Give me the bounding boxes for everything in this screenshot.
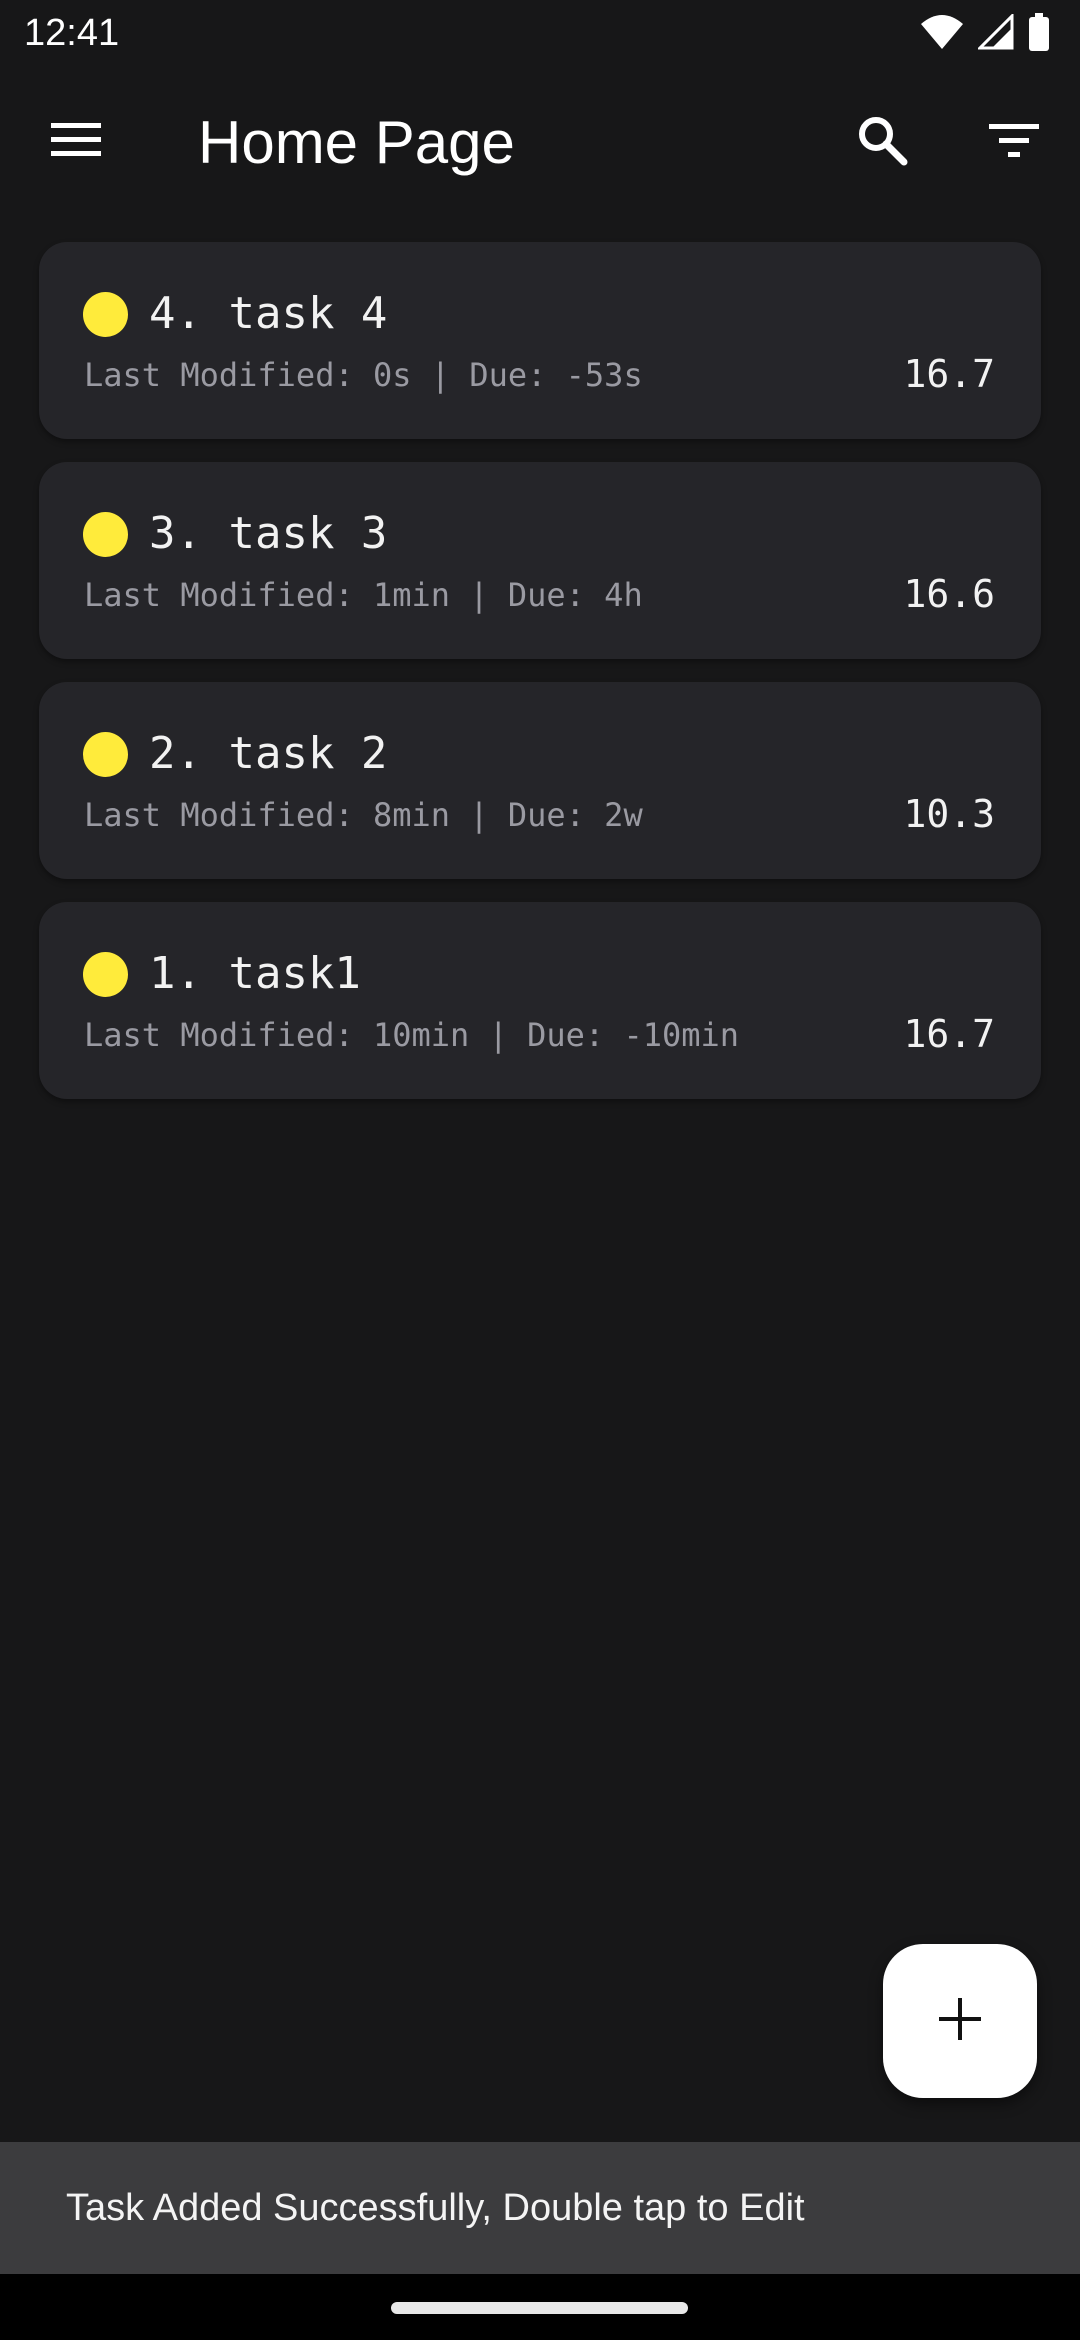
app-bar: Home Page: [0, 80, 1080, 204]
task-meta: Last Modified: 8min | Due: 2w: [84, 796, 643, 834]
task-meta: Last Modified: 10min | Due: -10min: [84, 1016, 740, 1054]
task-card[interactable]: 1. task1 Last Modified: 10min | Due: -10…: [39, 902, 1041, 1099]
signal-icon: [976, 11, 1014, 55]
filter-button[interactable]: [978, 110, 1050, 174]
search-button[interactable]: [846, 110, 918, 174]
task-score: 16.7: [903, 1012, 995, 1056]
task-title: 2. task 2: [149, 728, 388, 779]
priority-dot: [83, 292, 128, 337]
search-icon: [856, 114, 908, 171]
status-time: 12:41: [24, 12, 120, 54]
battery-icon: [1028, 12, 1050, 56]
status-bar: 12:41: [0, 0, 1080, 66]
priority-dot: [83, 732, 128, 777]
add-task-button[interactable]: [883, 1944, 1037, 2098]
task-card[interactable]: 4. task 4 Last Modified: 0s | Due: -53s …: [39, 242, 1041, 439]
wifi-icon: [920, 14, 964, 55]
page-title: Home Page: [198, 109, 515, 176]
task-meta: Last Modified: 0s | Due: -53s: [84, 356, 643, 394]
filter-icon: [987, 120, 1041, 165]
menu-icon: [49, 120, 103, 165]
task-title: 3. task 3: [149, 508, 388, 559]
snackbar: Task Added Successfully, Double tap to E…: [0, 2142, 1080, 2274]
home-indicator[interactable]: [391, 2302, 688, 2314]
status-icons: [920, 11, 1050, 56]
priority-dot: [83, 952, 128, 997]
task-score: 16.7: [903, 352, 995, 396]
task-score: 16.6: [903, 572, 995, 616]
task-score: 10.3: [903, 792, 995, 836]
plus-icon: [937, 1996, 983, 2047]
task-meta: Last Modified: 1min | Due: 4h: [84, 576, 643, 614]
menu-button[interactable]: [40, 110, 112, 174]
task-card[interactable]: 2. task 2 Last Modified: 8min | Due: 2w …: [39, 682, 1041, 879]
system-nav-bar: [0, 2274, 1080, 2340]
task-list: 4. task 4 Last Modified: 0s | Due: -53s …: [39, 242, 1041, 1122]
task-title: 1. task1: [149, 948, 361, 999]
task-card[interactable]: 3. task 3 Last Modified: 1min | Due: 4h …: [39, 462, 1041, 659]
task-title: 4. task 4: [149, 288, 388, 339]
priority-dot: [83, 512, 128, 557]
snackbar-message: Task Added Successfully, Double tap to E…: [66, 2187, 805, 2229]
